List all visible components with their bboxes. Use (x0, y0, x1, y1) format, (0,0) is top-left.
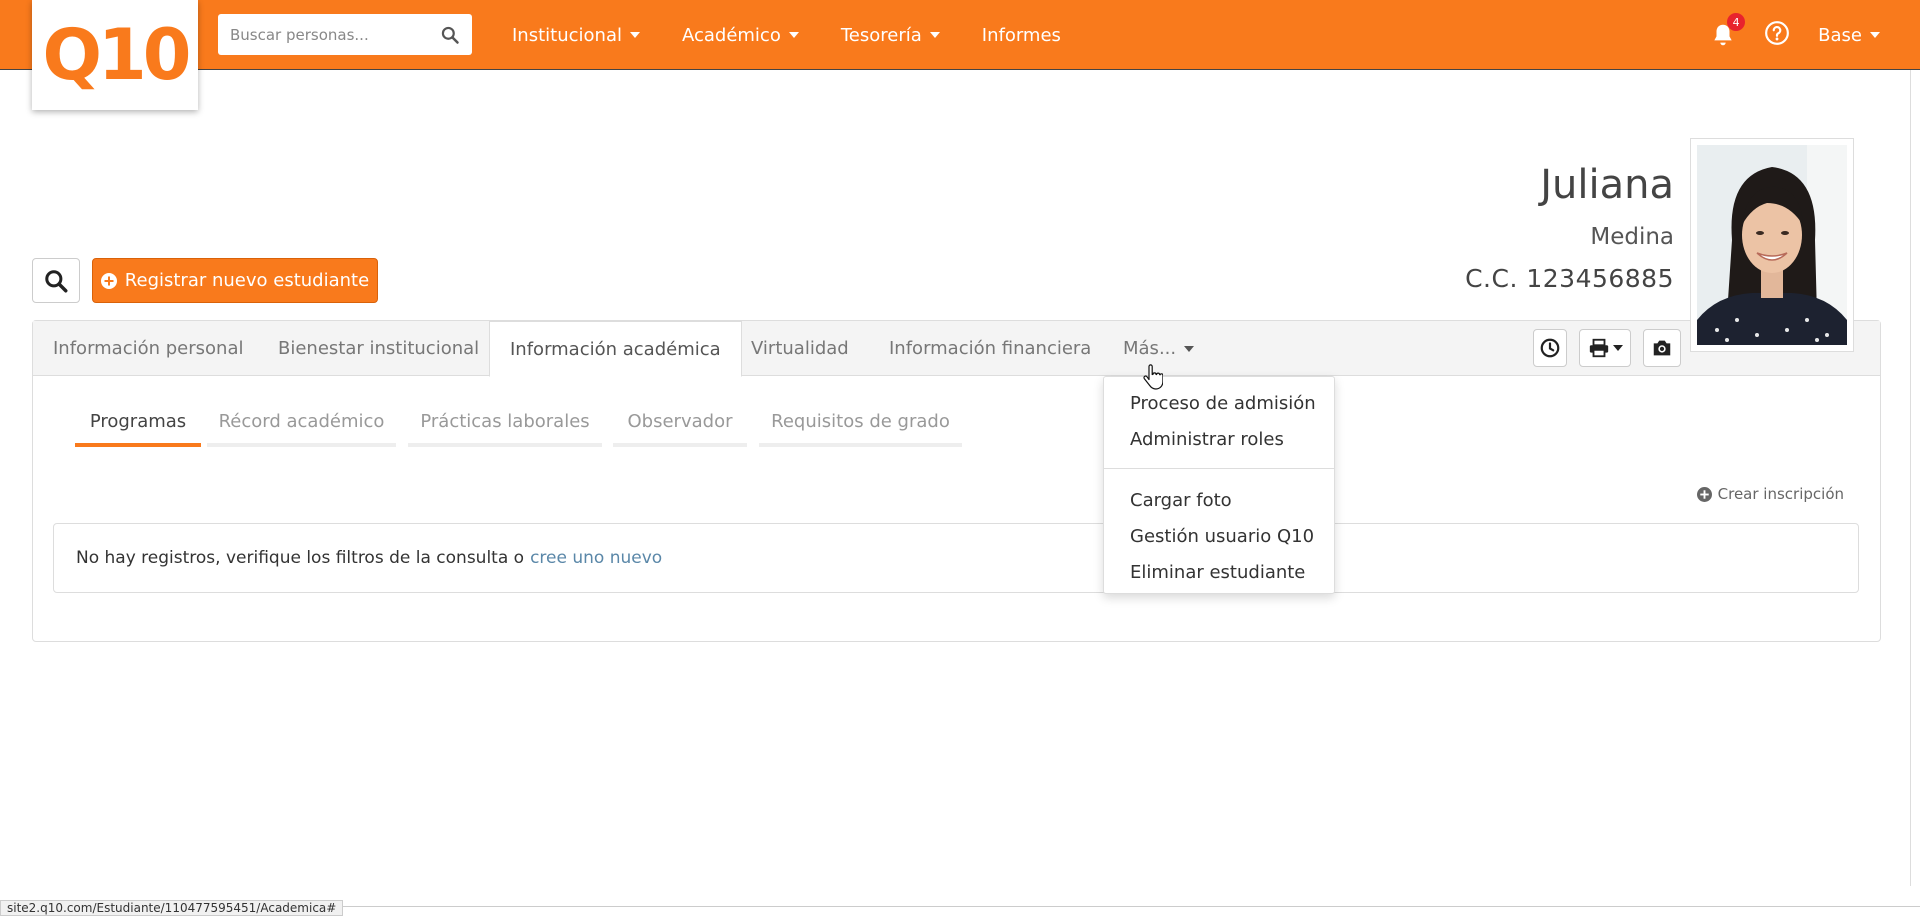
student-search-button[interactable] (32, 258, 80, 303)
empty-state: No hay registros, verifique los filtros … (53, 523, 1859, 593)
register-student-button[interactable]: Registrar nuevo estudiante (92, 258, 378, 303)
chevron-down-icon (1870, 32, 1880, 38)
top-navbar: Institucional Académico Tesorería Inform… (0, 0, 1920, 70)
create-new-link[interactable]: cree uno nuevo (530, 548, 662, 568)
student-panel: Información personal Bienestar instituci… (32, 320, 1881, 642)
menu-item-cargar-foto[interactable]: Cargar foto (1104, 482, 1334, 518)
subtab-observador[interactable]: Observador (613, 399, 747, 447)
student-id: C.C. 123456885 (1465, 264, 1674, 293)
history-button[interactable] (1533, 329, 1567, 367)
user-menu[interactable]: Base (1818, 25, 1880, 46)
avatar (1697, 145, 1847, 345)
chevron-down-icon (788, 32, 799, 38)
tab-informacion-academica[interactable]: Información académica (489, 321, 742, 377)
clock-icon (1540, 338, 1560, 358)
subtab-record-academico[interactable]: Récord académico (207, 399, 396, 447)
student-last-name: Medina (1590, 224, 1674, 250)
print-button[interactable] (1579, 329, 1631, 367)
plus-circle-icon (100, 272, 117, 289)
create-enrollment-link[interactable]: Crear inscripción (1696, 485, 1844, 503)
top-right-controls: 4 Base (1710, 0, 1880, 70)
camera-icon (1653, 340, 1671, 356)
nav-institucional[interactable]: Institucional (512, 25, 640, 46)
status-bar-url: site2.q10.com/Estudiante/110477595451/Ac… (0, 900, 344, 916)
tab-informacion-financiera[interactable]: Información financiera (869, 321, 1111, 376)
student-photo (1690, 138, 1854, 352)
search-icon (45, 269, 68, 292)
hand-cursor-icon (1143, 364, 1163, 390)
nav-academico[interactable]: Académico (682, 25, 799, 46)
camera-button[interactable] (1643, 329, 1681, 367)
notifications-button[interactable]: 4 (1710, 13, 1746, 48)
main-tabs: Información personal Bienestar instituci… (33, 321, 1880, 377)
printer-icon (1589, 338, 1608, 358)
subtab-programas[interactable]: Programas (75, 399, 201, 447)
chevron-down-icon (629, 32, 640, 38)
menu-divider (1104, 468, 1334, 469)
subtab-requisitos-de-grado[interactable]: Requisitos de grado (759, 399, 962, 447)
search-box (218, 14, 472, 55)
plus-circle-icon (1696, 486, 1712, 502)
subtab-practicas-laborales[interactable]: Prácticas laborales (408, 399, 602, 447)
menu-item-gestion-usuario[interactable]: Gestión usuario Q10 (1104, 518, 1334, 554)
chevron-down-icon (929, 32, 940, 38)
nav-informes[interactable]: Informes (982, 25, 1061, 46)
question-circle-icon (1765, 21, 1790, 45)
search-icon[interactable] (440, 25, 460, 45)
logo[interactable]: Q10 (32, 0, 198, 110)
more-dropdown-menu: Proceso de admisión Administrar roles Ca… (1103, 376, 1335, 594)
tab-bienestar-institucional[interactable]: Bienestar institucional (258, 321, 499, 376)
menu-item-eliminar-estudiante[interactable]: Eliminar estudiante (1104, 554, 1334, 590)
help-button[interactable] (1764, 20, 1790, 50)
main-nav: Institucional Académico Tesorería Inform… (512, 0, 1061, 70)
search-input[interactable] (230, 25, 440, 44)
empty-state-message: No hay registros, verifique los filtros … (76, 548, 525, 568)
nav-tesoreria[interactable]: Tesorería (841, 25, 940, 46)
tab-informacion-personal[interactable]: Información personal (33, 321, 264, 376)
notification-badge: 4 (1727, 13, 1746, 31)
window-border (1910, 70, 1911, 886)
chevron-down-icon (1184, 345, 1195, 352)
menu-item-proceso-admision[interactable]: Proceso de admisión (1104, 385, 1334, 421)
student-first-name: Juliana (1540, 162, 1674, 208)
chevron-down-icon (1612, 345, 1623, 351)
tab-virtualidad[interactable]: Virtualidad (731, 321, 869, 376)
menu-item-administrar-roles[interactable]: Administrar roles (1104, 421, 1334, 457)
